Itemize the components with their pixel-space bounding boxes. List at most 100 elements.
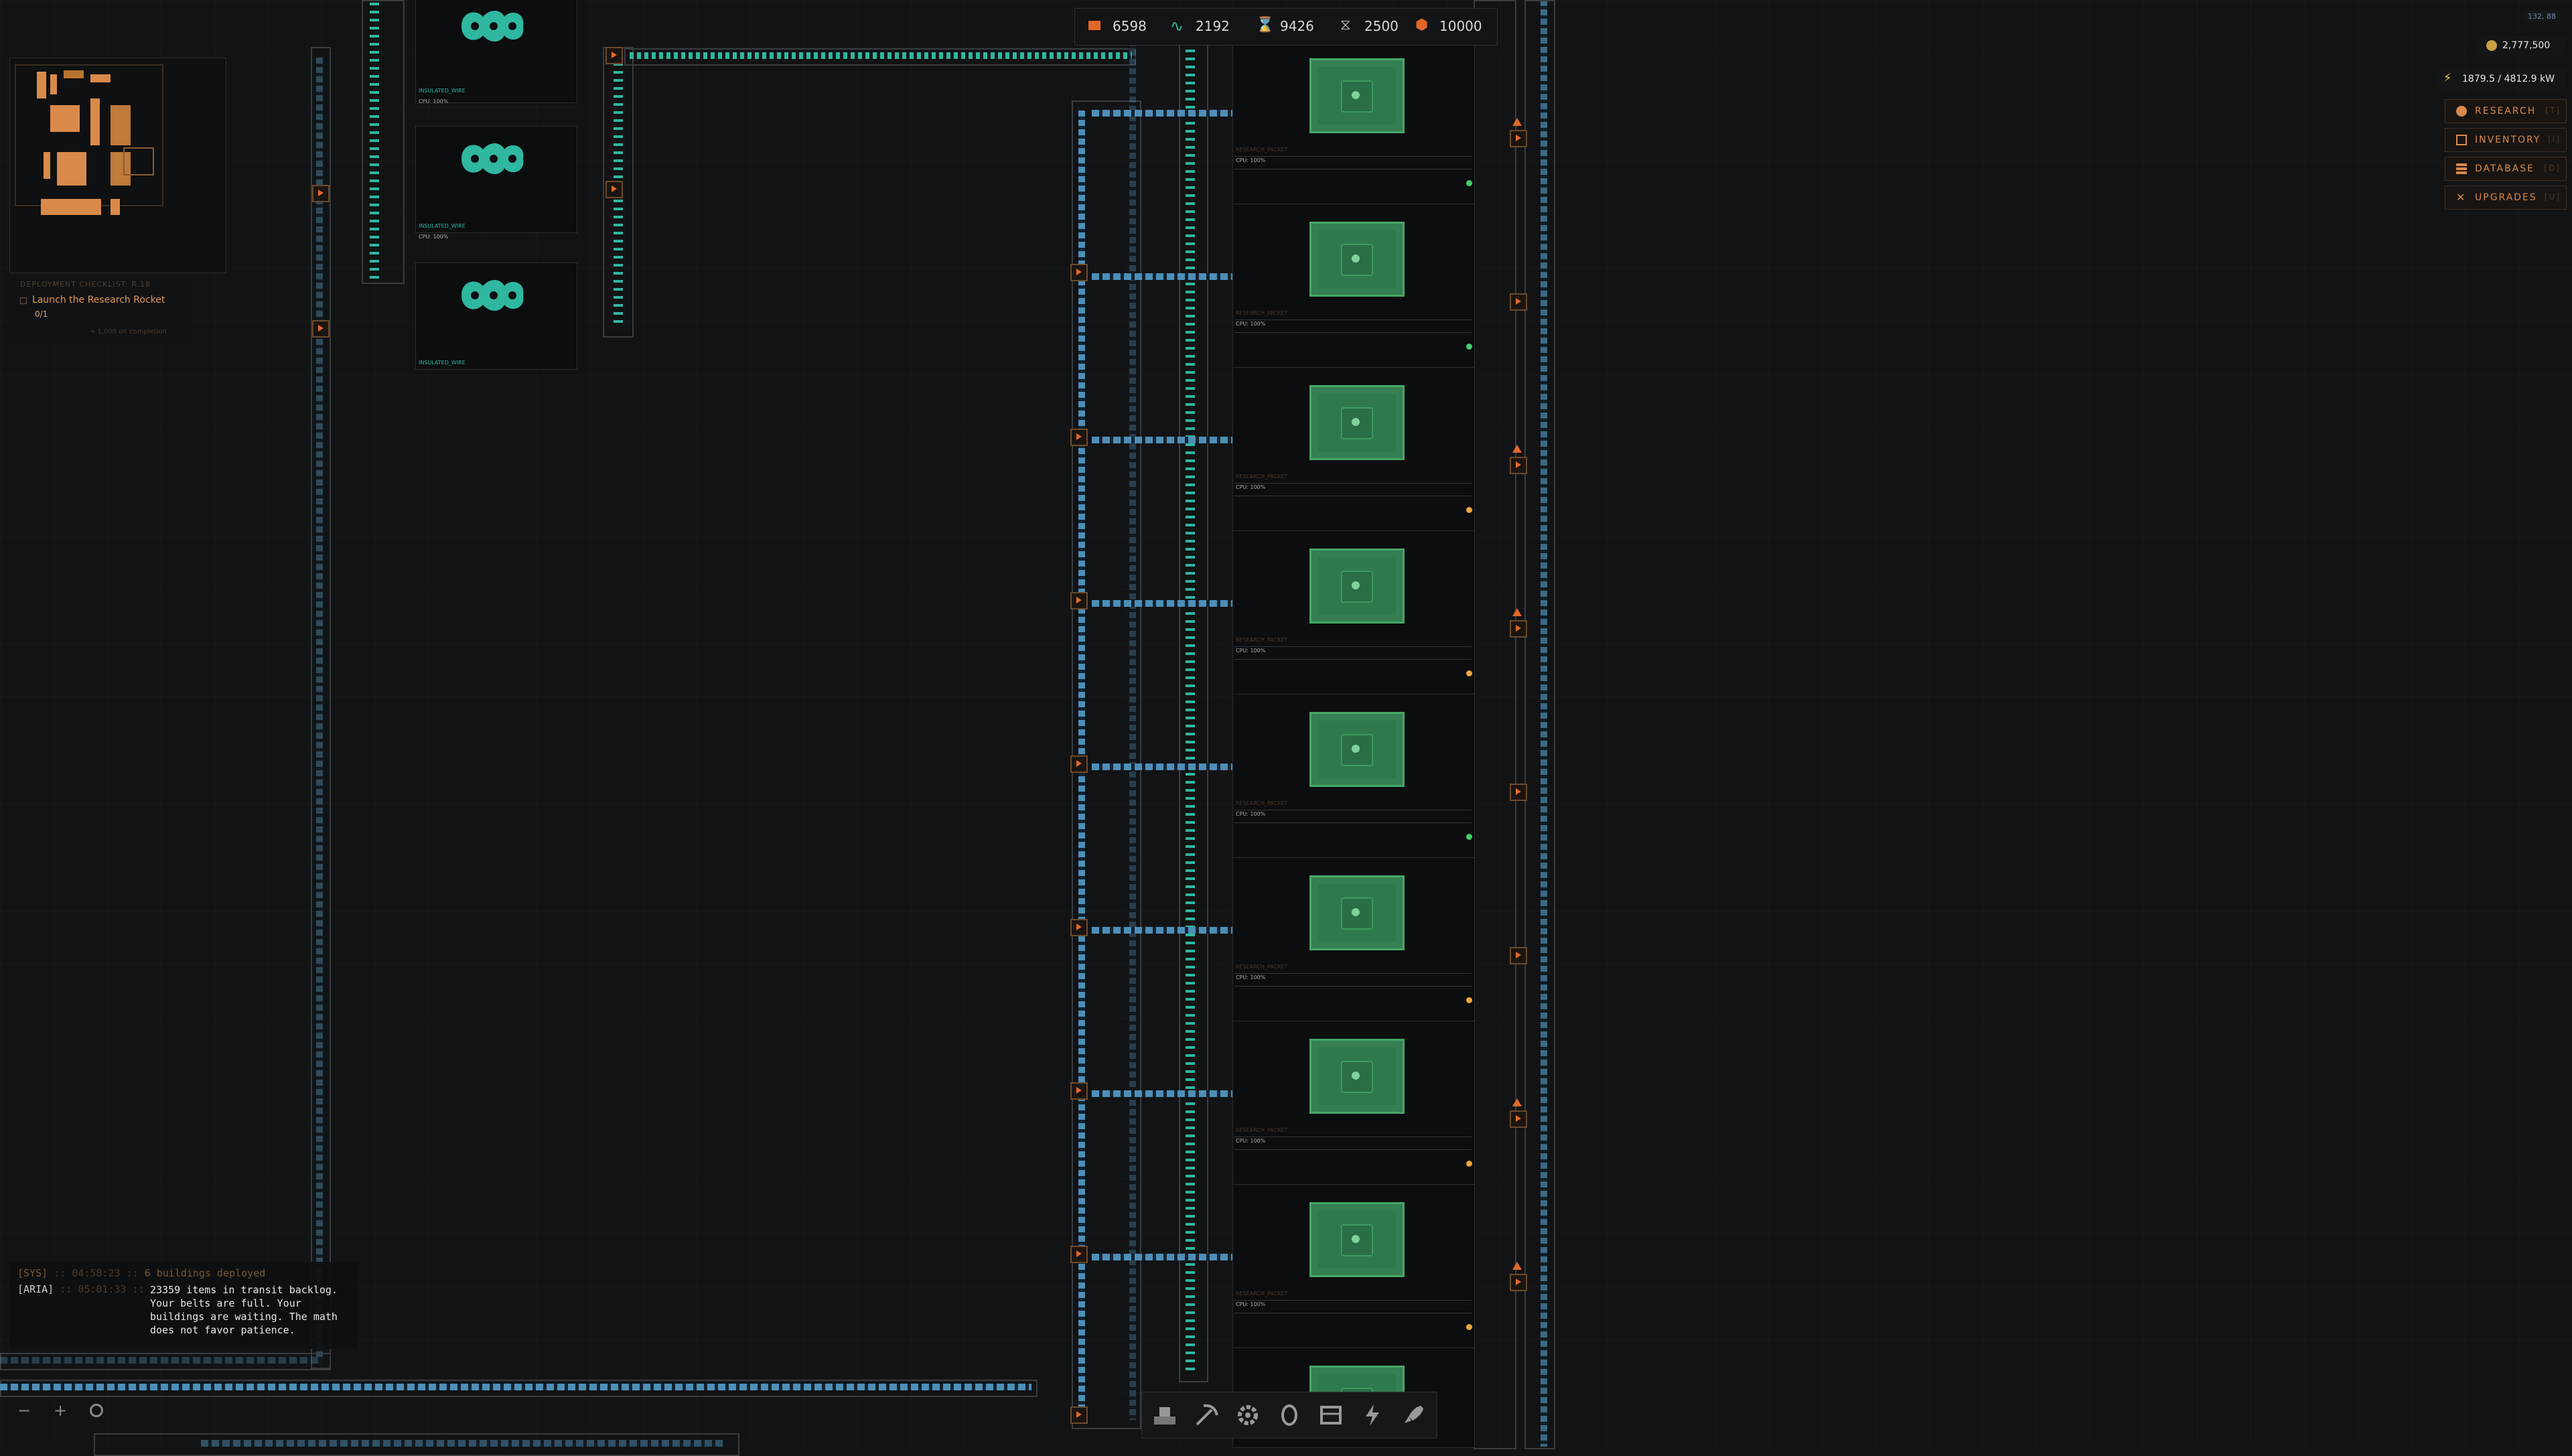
research-lab-8[interactable]: RESEARCH_PACKET CPU: 100% xyxy=(1232,1184,1475,1349)
minimap[interactable] xyxy=(9,58,226,273)
lab-statbar xyxy=(1234,810,1472,823)
power-icon: ⚡ xyxy=(2443,71,2452,85)
splitter-node[interactable] xyxy=(1070,1082,1088,1100)
status-light xyxy=(1466,1161,1472,1167)
splitter-node[interactable] xyxy=(1510,1274,1527,1291)
cube-icon: ⬢ xyxy=(1415,17,1429,33)
crafter-status: CPU: 100% xyxy=(419,98,449,104)
objective-header: DEPLOYMENT CHECKLIST: R.18 xyxy=(20,280,151,289)
gear-icon[interactable] xyxy=(1230,1398,1265,1433)
splitter-node[interactable] xyxy=(312,320,330,338)
right-column-frame xyxy=(1474,0,1516,1449)
lab-status: CPU: 100% xyxy=(1236,484,1266,490)
lab-statbar xyxy=(1234,319,1472,333)
crafter-3[interactable]: INSULATED_WIRE xyxy=(415,263,577,370)
lab-sublabel: RESEARCH_PACKET xyxy=(1236,1291,1288,1297)
ore-icon xyxy=(1088,21,1100,30)
splitter-node[interactable] xyxy=(1070,755,1088,773)
research-lab-7[interactable]: RESEARCH_PACKET CPU: 100% xyxy=(1232,1021,1475,1185)
lab-sublabel: RESEARCH_PACKET xyxy=(1236,637,1288,643)
upgrades-button[interactable]: ✕ UPGRADES [U] xyxy=(2445,186,2567,210)
splitter-node[interactable] xyxy=(605,47,623,64)
splitter-node[interactable] xyxy=(1070,264,1088,281)
recenter-icon[interactable] xyxy=(90,1404,103,1417)
upgrades-key: [U] xyxy=(2544,192,2561,202)
branch-belt xyxy=(1092,1090,1232,1097)
minimap-canvas xyxy=(15,64,163,215)
branch-belt xyxy=(1092,437,1232,443)
game-world[interactable]: INSULATED_WIRE CPU: 100% INSULATED_WIRE … xyxy=(0,0,2572,1456)
resource-bar: 6598 ∿ 2192 ⌛ 9426 ⧖ 2500 ⬢ 10000 xyxy=(1074,8,1498,46)
objective-panel[interactable]: DEPLOYMENT CHECKLIST: R.18 Launch the Re… xyxy=(9,279,190,343)
log-time: :: 04:58:23 :: xyxy=(54,1267,139,1279)
objective-progress: 0/1 xyxy=(35,309,48,319)
rocket-icon[interactable] xyxy=(1397,1398,1431,1433)
research-lab-5[interactable]: RESEARCH_PACKET CPU: 100% xyxy=(1232,694,1475,859)
spring-count: 2500 xyxy=(1364,18,1399,34)
storage-icon[interactable] xyxy=(1313,1398,1348,1433)
crafter-label: INSULATED_WIRE xyxy=(419,223,466,229)
research-lab-1[interactable]: RESEARCH_PACKET CPU: 100% xyxy=(1232,40,1475,205)
crafter-label: INSULATED_WIRE xyxy=(419,360,466,366)
lab-statbar xyxy=(1234,1137,1472,1150)
database-key: [D] xyxy=(2544,163,2561,173)
lab-core xyxy=(1309,1202,1405,1277)
drill-icon[interactable] xyxy=(1147,1398,1182,1433)
splitter-node[interactable] xyxy=(1510,293,1527,311)
splitter-node[interactable] xyxy=(1510,457,1527,474)
objective-reward: + 1,000 on completion xyxy=(90,328,167,336)
research-label: RESEARCH xyxy=(2475,106,2537,117)
branch-belt xyxy=(1092,273,1232,280)
splitter-node[interactable] xyxy=(312,185,330,202)
research-icon[interactable] xyxy=(1272,1398,1307,1433)
zoom-out-button[interactable]: − xyxy=(17,1401,31,1420)
splitter-node[interactable] xyxy=(1070,1246,1088,1263)
research-button[interactable]: RESEARCH [T] xyxy=(2445,99,2567,123)
inventory-label: INVENTORY xyxy=(2475,135,2541,145)
credits-value: 2,777,500 xyxy=(2502,40,2551,51)
crafter-2[interactable]: INSULATED_WIRE CPU: 100% xyxy=(415,126,577,240)
branch-belt xyxy=(1092,1254,1232,1260)
research-lab-4[interactable]: RESEARCH_PACKET CPU: 100% xyxy=(1232,530,1475,695)
main-belt-b xyxy=(1129,40,1136,1420)
database-button[interactable]: DATABASE [D] xyxy=(2445,157,2567,181)
zoom-in-button[interactable]: + xyxy=(54,1401,67,1420)
pickaxe-icon[interactable] xyxy=(1189,1398,1224,1433)
splitter-node[interactable] xyxy=(1070,429,1088,446)
splitter-node[interactable] xyxy=(1510,947,1527,964)
lab-statbar xyxy=(1234,156,1472,169)
splitter-node[interactable] xyxy=(605,181,623,198)
lab-status: CPU: 100% xyxy=(1236,1301,1266,1307)
arrow-marker xyxy=(1512,608,1522,616)
splitter-node[interactable] xyxy=(1510,620,1527,638)
crafter-column-frame xyxy=(362,0,405,284)
power-icon[interactable] xyxy=(1355,1398,1390,1433)
arrow-marker xyxy=(1512,445,1522,453)
log-entry-sys: [SYS] :: 04:58:23 :: 6 buildings deploye… xyxy=(17,1267,265,1279)
inventory-key: [I] xyxy=(2548,135,2561,144)
lab-core xyxy=(1309,549,1405,624)
splitter-node[interactable] xyxy=(1070,592,1088,609)
splitter-node[interactable] xyxy=(1510,130,1527,147)
inventory-button[interactable]: INVENTORY [I] xyxy=(2445,128,2567,152)
splitter-node[interactable] xyxy=(1510,1110,1527,1128)
splitter-node[interactable] xyxy=(1070,1406,1088,1424)
research-lab-6[interactable]: RESEARCH_PACKET CPU: 100% xyxy=(1232,857,1475,1022)
log-source: [ARIA] xyxy=(17,1283,54,1295)
lab-status: CPU: 100% xyxy=(1236,974,1266,980)
crafter-cable xyxy=(370,0,379,281)
splitter-node[interactable] xyxy=(1510,784,1527,801)
research-lab-2[interactable]: RESEARCH_PACKET CPU: 100% xyxy=(1232,204,1475,368)
lab-status: CPU: 100% xyxy=(1236,811,1266,817)
lab-statbar xyxy=(1234,973,1472,987)
status-light xyxy=(1466,834,1472,840)
branch-belt xyxy=(1092,600,1232,607)
research-lab-3[interactable]: RESEARCH_PACKET CPU: 100% xyxy=(1232,367,1475,532)
objective-checkbox[interactable] xyxy=(20,297,27,304)
message-log: [SYS] :: 04:58:23 :: 6 buildings deploye… xyxy=(9,1262,358,1349)
splitter-node[interactable] xyxy=(1070,919,1088,936)
credits-panel: 2,777,500 xyxy=(2478,36,2565,56)
arrow-marker xyxy=(1512,118,1522,126)
crafter-1[interactable]: INSULATED_WIRE CPU: 100% xyxy=(415,0,577,104)
lab-sublabel: RESEARCH_PACKET xyxy=(1236,964,1288,970)
